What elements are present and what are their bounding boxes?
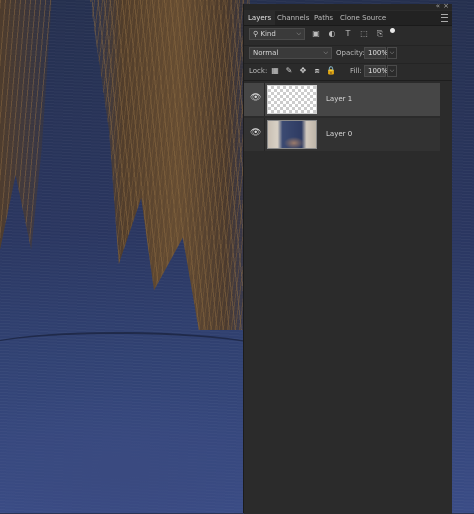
fill-dropdown-icon[interactable]: ⌵ <box>387 65 397 77</box>
filter-kind-select[interactable]: ⚲ Kind ⌵ <box>249 28 305 40</box>
canvas-photo-hair-left <box>0 0 52 250</box>
chevron-down-icon: ⌵ <box>323 49 328 56</box>
lock-position-icon[interactable]: ✥ <box>298 66 308 76</box>
tab-channels[interactable]: Channels <box>273 11 313 25</box>
layer-thumbnail <box>267 85 317 114</box>
visibility-toggle[interactable]: 👁 <box>244 83 265 116</box>
visibility-toggle[interactable]: 👁 <box>244 118 265 151</box>
lock-image-icon[interactable]: ✎ <box>284 66 294 76</box>
opacity-label: Opacity: <box>336 49 365 57</box>
lock-artboard-icon[interactable]: ⧈ <box>312 66 322 76</box>
panel-title-bar: « × <box>244 2 452 10</box>
adjustment-filter-icon[interactable]: ◐ <box>327 29 337 39</box>
layer-name[interactable]: Layer 1 <box>326 95 352 103</box>
layers-panel: « × Layers Channels Paths Clone Source ⚲… <box>243 2 452 514</box>
filter-row: ⚲ Kind ⌵ ▣ ◐ T ⬚ ⎘ <box>244 27 452 42</box>
pixel-filter-icon[interactable]: ▣ <box>311 29 321 39</box>
lock-all-icon[interactable]: 🔒 <box>326 66 336 76</box>
blend-mode-select[interactable]: Normal ⌵ <box>249 47 332 59</box>
layer-thumbnail <box>267 120 317 149</box>
layer-row-layer-0[interactable]: 👁 Layer 0 <box>244 118 440 151</box>
opacity-input[interactable]: 100% <box>364 47 388 59</box>
filter-kind-label: Kind <box>260 30 276 38</box>
filter-toggle[interactable] <box>390 28 395 33</box>
lock-row: Lock: ▦ ✎ ✥ ⧈ 🔒 Fill: 100% ⌵ <box>244 63 452 78</box>
lock-transparent-icon[interactable]: ▦ <box>270 66 280 76</box>
blend-mode-value: Normal <box>253 49 279 57</box>
canvas-photo-collar <box>0 332 280 394</box>
shape-filter-icon[interactable]: ⬚ <box>359 29 369 39</box>
close-panel-icon[interactable]: × <box>443 2 449 10</box>
lock-label: Lock: <box>249 67 268 75</box>
panel-tabs: Layers Channels Paths Clone Source <box>244 11 452 26</box>
panel-menu-icon[interactable] <box>441 14 448 22</box>
fill-label: Fill: <box>350 67 362 75</box>
tab-paths[interactable]: Paths <box>310 11 337 25</box>
fill-input[interactable]: 100% <box>364 65 388 77</box>
chevron-down-icon: ⌵ <box>296 30 301 37</box>
tab-clone-source[interactable]: Clone Source <box>336 11 390 25</box>
tab-layers[interactable]: Layers <box>244 11 276 25</box>
layers-list: 👁 Layer 1 👁 Layer 0 <box>244 80 452 514</box>
layer-name[interactable]: Layer 0 <box>326 130 352 138</box>
canvas-photo-hair <box>90 0 250 330</box>
collapse-panel-icon[interactable]: « <box>436 2 440 10</box>
eye-icon: 👁 <box>250 128 262 138</box>
eye-icon: 👁 <box>250 93 262 103</box>
layer-row-layer-1[interactable]: 👁 Layer 1 <box>244 83 440 116</box>
opacity-dropdown-icon[interactable]: ⌵ <box>387 47 397 59</box>
smart-object-filter-icon[interactable]: ⎘ <box>375 29 385 39</box>
blend-row: Normal ⌵ Opacity: 100% ⌵ <box>244 45 452 60</box>
search-icon: ⚲ <box>253 30 259 38</box>
type-filter-icon[interactable]: T <box>343 29 353 39</box>
